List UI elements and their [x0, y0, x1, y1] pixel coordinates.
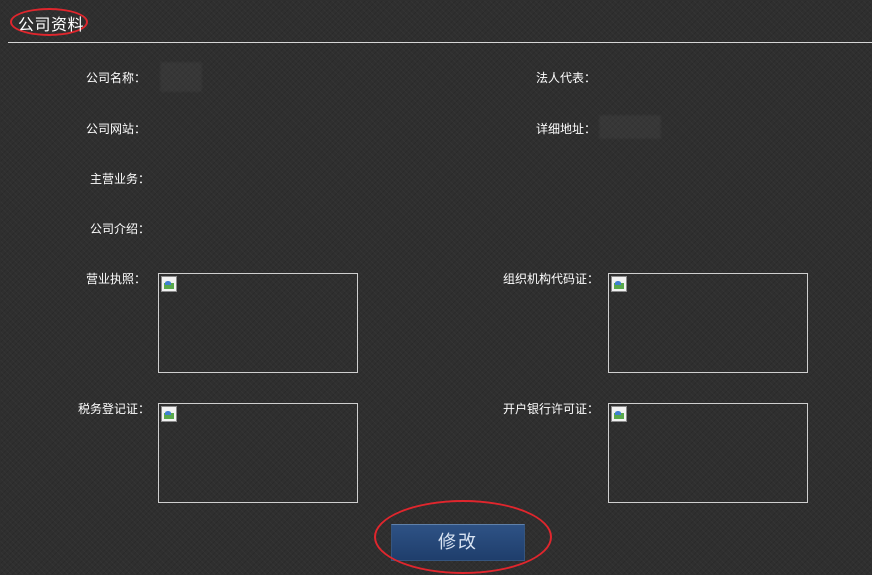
company-intro-label: 公司介绍：	[89, 222, 150, 236]
address-value	[599, 115, 661, 139]
org-code-cert-image[interactable]	[608, 273, 808, 373]
company-website-label: 公司网站：	[85, 122, 146, 136]
broken-image-icon	[611, 276, 627, 292]
broken-image-icon	[161, 276, 177, 292]
broken-image-icon	[611, 406, 627, 422]
bank-permit-image[interactable]	[608, 403, 808, 503]
broken-image-icon	[161, 406, 177, 422]
main-business-label: 主营业务：	[89, 172, 150, 186]
tax-reg-cert-image[interactable]	[158, 403, 358, 503]
page-title: 公司资料	[18, 15, 85, 34]
address-label: 详细地址：	[535, 122, 596, 136]
legal-rep-label: 法人代表：	[535, 71, 596, 85]
tax-reg-cert-label: 税务登记证：	[77, 402, 150, 416]
company-name-value	[160, 62, 202, 92]
company-name-label: 公司名称：	[85, 71, 146, 85]
header-divider	[8, 42, 872, 43]
business-license-label: 营业执照：	[85, 272, 146, 286]
business-license-image[interactable]	[158, 273, 358, 373]
bank-permit-label: 开户银行许可证：	[502, 402, 599, 416]
edit-button[interactable]: 修改	[391, 524, 525, 561]
org-code-cert-label: 组织机构代码证：	[502, 272, 599, 286]
